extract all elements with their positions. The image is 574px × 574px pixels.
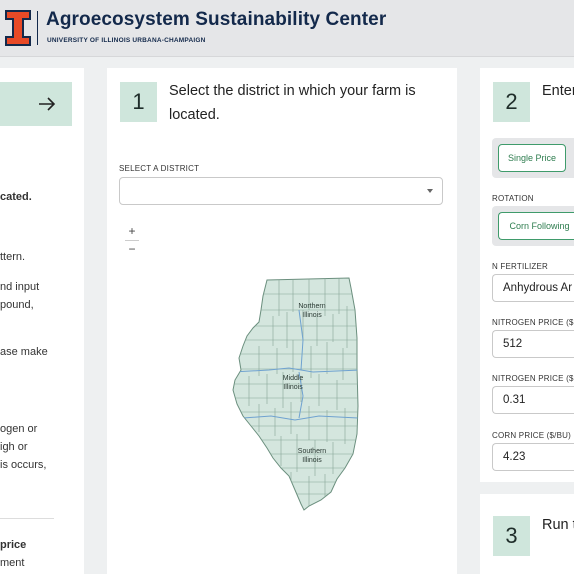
district-select[interactable] [119,177,443,205]
map-label-northern: Northern [298,303,325,310]
instruction-line: cated. [0,191,32,203]
illinois-district-map[interactable]: Northern Illinois Middle Illinois Southe… [229,276,359,512]
instruction-line: nd input [0,281,40,293]
app-header: Agroecosystem Sustainability Center UNIV… [0,0,574,57]
single-price-button[interactable]: Single Price [498,144,566,172]
step-title: Select the district in which your farm i… [169,83,416,123]
map-label-middle: Middle [283,375,304,382]
inputs-card: 2 Enter Single Price ROTATION Corn Follo… [480,68,574,482]
nitrogen-price-per-pound-input[interactable]: 0.31 [492,386,574,414]
rotation-label: ROTATION [492,194,534,203]
step-title: Enter [542,83,574,99]
run-card: 3 Run t [480,494,574,574]
map-label-middle: Illinois [283,384,303,391]
step-number-badge: 3 [493,516,530,556]
instruction-line: ttern. [0,251,26,263]
zoom-in-button[interactable]: + [125,224,139,238]
instructions-panel: cated. ttern. nd input pound, ase make o… [0,68,84,574]
district-select-label: SELECT A DISTRICT [119,164,200,173]
caret-down-icon [427,189,433,193]
illinois-block-i-logo[interactable] [5,10,31,46]
map-label-northern: Illinois [302,312,322,319]
instruction-line: ment [0,557,25,569]
rotation-corn-following-button[interactable]: Corn Following [498,212,574,240]
instruction-line: is occurs, [0,459,47,471]
zoom-out-button[interactable]: − [125,242,139,256]
next-button[interactable] [0,82,72,126]
map-label-southern: Southern [298,448,327,455]
corn-price-label: CORN PRICE ($/BU) [492,431,571,440]
corn-price-input[interactable]: 4.23 [492,443,574,471]
divider [0,518,54,519]
divider [125,240,139,241]
site-subtitle: UNIVERSITY OF ILLINOIS URBANA-CHAMPAIGN [47,37,206,44]
logo-divider [37,11,38,45]
n-fertilizer-label: N FERTILIZER [492,262,549,271]
instruction-line: pound, [0,299,34,311]
nitrogen-price-label: NITROGEN PRICE ($ [492,318,574,327]
step-title: Run t [542,517,574,533]
instruction-line: price [0,539,27,551]
arrow-right-icon [39,97,56,111]
nitrogen-price-per-pound-label: NITROGEN PRICE ($ [492,374,574,383]
step-number-badge: 1 [120,82,157,122]
instruction-line: ase make [0,346,48,358]
step-number-badge: 2 [493,82,530,122]
site-title[interactable]: Agroecosystem Sustainability Center [46,9,386,31]
district-selection-card: 1 Select the district in which your farm… [107,68,457,574]
map-label-southern: Illinois [302,457,322,464]
instruction-line: igh or [0,441,28,453]
nitrogen-price-input[interactable]: 512 [492,330,574,358]
instruction-line: ogen or [0,423,38,435]
n-fertilizer-select[interactable]: Anhydrous Ar [492,274,574,302]
